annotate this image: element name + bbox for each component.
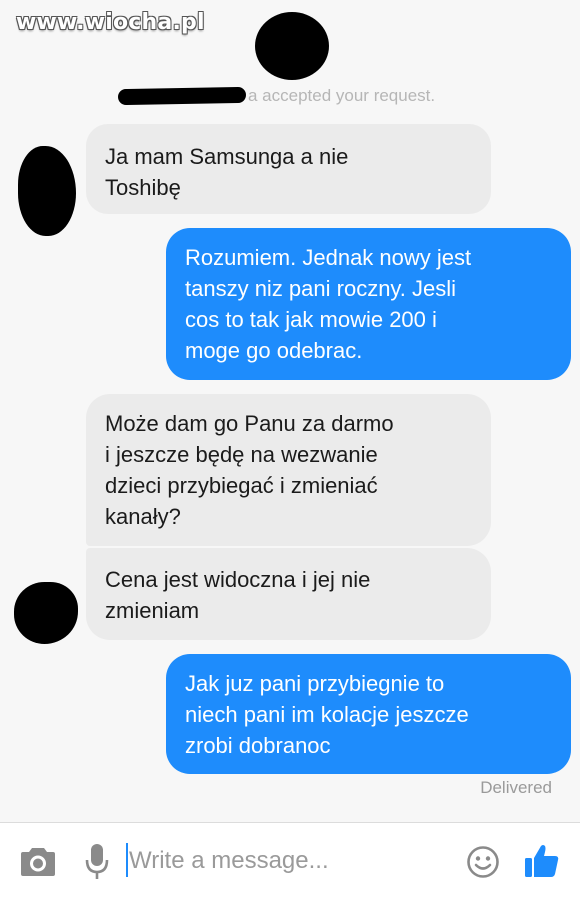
incoming-message[interactable]: Ja mam Samsunga a nie Toshibę [86, 124, 491, 214]
thumbs-up-icon[interactable] [524, 843, 560, 879]
outgoing-message[interactable]: Jak juz pani przybiegnie to niech pani i… [166, 654, 571, 774]
redacted-contact-avatar [14, 582, 78, 644]
outgoing-message[interactable]: Rozumiem. Jednak nowy jest tanszy niz pa… [166, 228, 571, 380]
incoming-message[interactable]: Cena jest widoczna i jej nie zmieniam [86, 548, 491, 640]
conversation-area: www.wiocha.pl a accepted your request. J… [0, 0, 580, 822]
message-input[interactable] [129, 841, 449, 881]
redacted-header-avatar [255, 12, 329, 80]
delivery-status: Delivered [480, 778, 552, 797]
text-cursor [126, 843, 128, 877]
redacted-contact-avatar [18, 146, 76, 236]
request-accepted-notice: a accepted your request. [248, 86, 436, 105]
microphone-icon[interactable] [84, 843, 110, 881]
redacted-contact-name [117, 86, 247, 106]
message-composer [0, 822, 580, 901]
camera-icon[interactable] [20, 845, 56, 877]
watermark: www.wiocha.pl [16, 10, 205, 35]
emoji-icon[interactable] [466, 845, 500, 879]
incoming-message[interactable]: Może dam go Panu za darmo i jeszcze będę… [86, 394, 491, 546]
